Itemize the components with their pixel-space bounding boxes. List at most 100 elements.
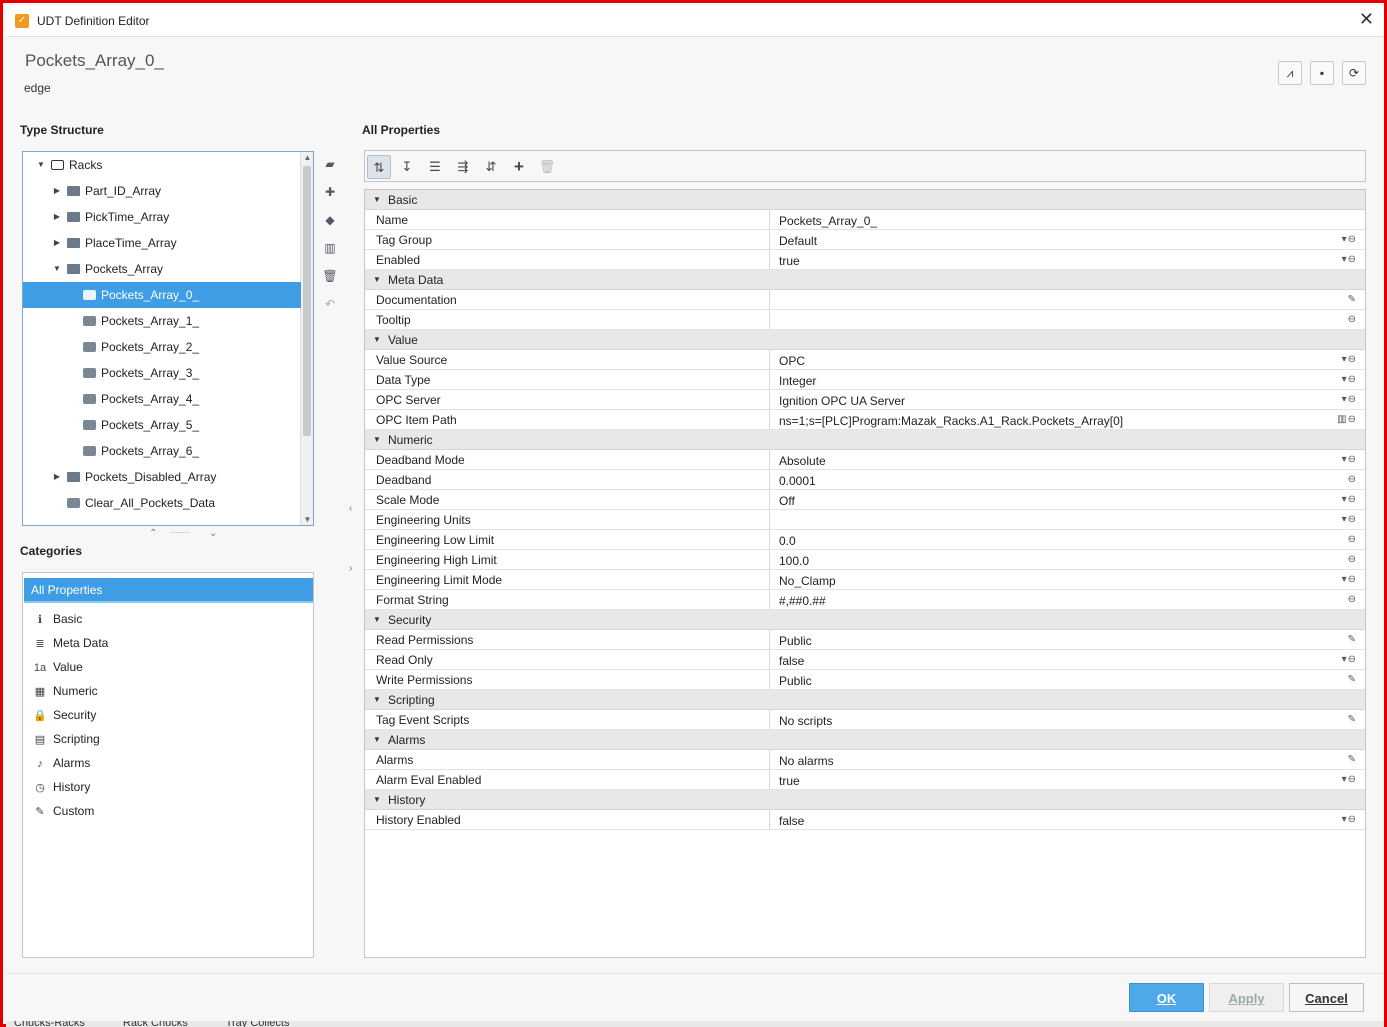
splitter-grip-icon[interactable]: ┈┈┈: [171, 528, 189, 539]
collapsed-arrow-icon[interactable]: ▶: [51, 230, 63, 256]
tree-item[interactable]: Pockets_Array_1_: [23, 308, 301, 334]
delete-icon[interactable]: 🗑: [321, 267, 339, 285]
binding-icon[interactable]: ⊖: [1348, 470, 1357, 490]
sort-category-icon[interactable]: ⇅: [367, 155, 391, 179]
category-item[interactable]: ≣ Meta Data: [33, 632, 108, 654]
expand-all-icon[interactable]: ⇶: [451, 155, 475, 179]
binding-icon[interactable]: ✎: [1348, 290, 1357, 310]
property-row[interactable]: Tag Event Scripts No scripts ✎: [365, 710, 1365, 730]
binding-icon[interactable]: ✎: [1348, 750, 1357, 770]
category-item[interactable]: ◷ History: [33, 776, 90, 798]
tree-item[interactable]: Pockets_Array_4_: [23, 386, 301, 412]
collapse-arrow-icon[interactable]: ▼: [373, 730, 381, 750]
tree-scrollbar[interactable]: ▲ ▼: [300, 152, 313, 525]
scroll-up-icon[interactable]: ▲: [301, 153, 313, 162]
property-value[interactable]: Ignition OPC UA Server: [779, 391, 905, 411]
property-row[interactable]: Engineering Limit Mode No_Clamp ▾⊖: [365, 570, 1365, 590]
collapsed-arrow-icon[interactable]: ▶: [51, 178, 63, 204]
delete-icon[interactable]: 🗑: [535, 155, 559, 179]
property-row[interactable]: Data Type Integer ▾⊖: [365, 370, 1365, 390]
close-icon[interactable]: ✕: [1359, 9, 1374, 30]
category-item[interactable]: ♪ Alarms: [33, 752, 90, 774]
note-button[interactable]: ▪: [1310, 61, 1334, 85]
property-value[interactable]: false: [779, 651, 804, 671]
binding-icon[interactable]: ▾⊖: [1342, 770, 1357, 790]
binding-icon[interactable]: ▾⊖: [1342, 570, 1357, 590]
ok-button[interactable]: OK: [1129, 983, 1204, 1012]
property-row[interactable]: Documentation ✎: [365, 290, 1365, 310]
property-value[interactable]: No_Clamp: [779, 571, 836, 591]
property-row[interactable]: Tag Group Default ▾⊖: [365, 230, 1365, 250]
property-row[interactable]: Tooltip ⊖: [365, 310, 1365, 330]
binding-icon[interactable]: ▾⊖: [1342, 390, 1357, 410]
collapsed-arrow-icon[interactable]: ▶: [51, 204, 63, 230]
type-structure-tree[interactable]: ▲ ▼ ▼ Racks ▶ Part_ID_Array ▶ PickTime_Array ▶…: [22, 151, 314, 526]
scroll-down-icon[interactable]: ▼: [301, 515, 313, 524]
property-row[interactable]: Name Pockets_Array_0_: [365, 210, 1365, 230]
property-row[interactable]: Scale Mode Off ▾⊖: [365, 490, 1365, 510]
cancel-button[interactable]: Cancel: [1289, 983, 1364, 1012]
property-value[interactable]: Integer: [779, 371, 816, 391]
property-row[interactable]: Write Permissions Public ✎: [365, 670, 1365, 690]
collapse-arrow-icon[interactable]: ▼: [373, 190, 381, 210]
property-row[interactable]: History Enabled false ▾⊖: [365, 810, 1365, 830]
property-row[interactable]: Engineering Units ▾⊖: [365, 510, 1365, 530]
refresh-button[interactable]: ⟳: [1342, 61, 1366, 85]
tree-item[interactable]: Pockets_Array_2_: [23, 334, 301, 360]
diagnostics-button[interactable]: ⩘: [1278, 61, 1302, 85]
binding-icon[interactable]: ▾⊖: [1342, 350, 1357, 370]
property-row[interactable]: Deadband 0.0001 ⊖: [365, 470, 1365, 490]
collapse-arrow-icon[interactable]: ▼: [373, 270, 381, 290]
category-item[interactable]: ✎ Custom: [33, 800, 94, 822]
new-folder-icon[interactable]: ▰: [321, 155, 339, 173]
collapse-up-icon[interactable]: ⌃: [149, 528, 157, 539]
property-value[interactable]: Default: [779, 231, 817, 251]
collapse-arrow-icon[interactable]: ▼: [373, 790, 381, 810]
tree-item[interactable]: ▶ PlaceTime_Array: [23, 230, 301, 256]
property-value[interactable]: true: [779, 251, 800, 271]
binding-icon[interactable]: ▾⊖: [1342, 510, 1357, 530]
new-tag-icon[interactable]: ✚: [321, 183, 339, 201]
property-value[interactable]: No scripts: [779, 711, 832, 731]
binding-icon[interactable]: ▾⊖: [1342, 650, 1357, 670]
property-category-row[interactable]: ▼ Meta Data: [365, 270, 1365, 290]
property-row[interactable]: Alarms No alarms ✎: [365, 750, 1365, 770]
binding-icon[interactable]: ⊖: [1348, 530, 1357, 550]
tree-item[interactable]: ▼ Racks: [23, 152, 301, 178]
binding-icon[interactable]: ⊖: [1348, 310, 1357, 330]
category-all-properties[interactable]: All Properties: [24, 578, 313, 603]
binding-icon[interactable]: ✎: [1348, 710, 1357, 730]
columns-icon[interactable]: ▥: [321, 239, 339, 257]
property-category-row[interactable]: ▼ History: [365, 790, 1365, 810]
binding-icon[interactable]: ⊖: [1348, 590, 1357, 610]
property-value[interactable]: Public: [779, 631, 812, 651]
property-row[interactable]: Read Permissions Public ✎: [365, 630, 1365, 650]
property-row[interactable]: Enabled true ▾⊖: [365, 250, 1365, 270]
binding-icon[interactable]: ✎: [1348, 670, 1357, 690]
apply-button[interactable]: Apply: [1209, 983, 1284, 1012]
property-value[interactable]: OPC: [779, 351, 805, 371]
property-row[interactable]: Read Only false ▾⊖: [365, 650, 1365, 670]
property-row[interactable]: Value Source OPC ▾⊖: [365, 350, 1365, 370]
category-item[interactable]: 1a Value: [33, 656, 83, 678]
property-row[interactable]: Engineering High Limit 100.0 ⊖: [365, 550, 1365, 570]
binding-icon[interactable]: ▾⊖: [1342, 490, 1357, 510]
property-category-row[interactable]: ▼ Numeric: [365, 430, 1365, 450]
tree-item[interactable]: ▶ Pockets_Disabled_Array: [23, 464, 301, 490]
category-item[interactable]: ℹ Basic: [33, 608, 82, 630]
property-category-row[interactable]: ▼ Value: [365, 330, 1365, 350]
tree-item[interactable]: ▶ Part_ID_Array: [23, 178, 301, 204]
collapse-arrow-icon[interactable]: ▼: [373, 430, 381, 450]
binding-icon[interactable]: ⊖: [1348, 550, 1357, 570]
tree-item[interactable]: Pockets_Array_3_: [23, 360, 301, 386]
property-value[interactable]: 100.0: [779, 551, 809, 571]
category-item[interactable]: 🔒 Security: [33, 704, 96, 726]
property-category-row[interactable]: ▼ Basic: [365, 190, 1365, 210]
property-value[interactable]: true: [779, 771, 800, 791]
collapse-right-icon[interactable]: ›: [349, 563, 352, 574]
property-row[interactable]: Format String #,##0.## ⊖: [365, 590, 1365, 610]
tree-item[interactable]: ▼ Pockets_Array: [23, 256, 301, 282]
collapse-arrow-icon[interactable]: ▼: [373, 690, 381, 710]
binding-icon[interactable]: ▾⊖: [1342, 250, 1357, 270]
property-value[interactable]: Pockets_Array_0_: [779, 211, 877, 231]
